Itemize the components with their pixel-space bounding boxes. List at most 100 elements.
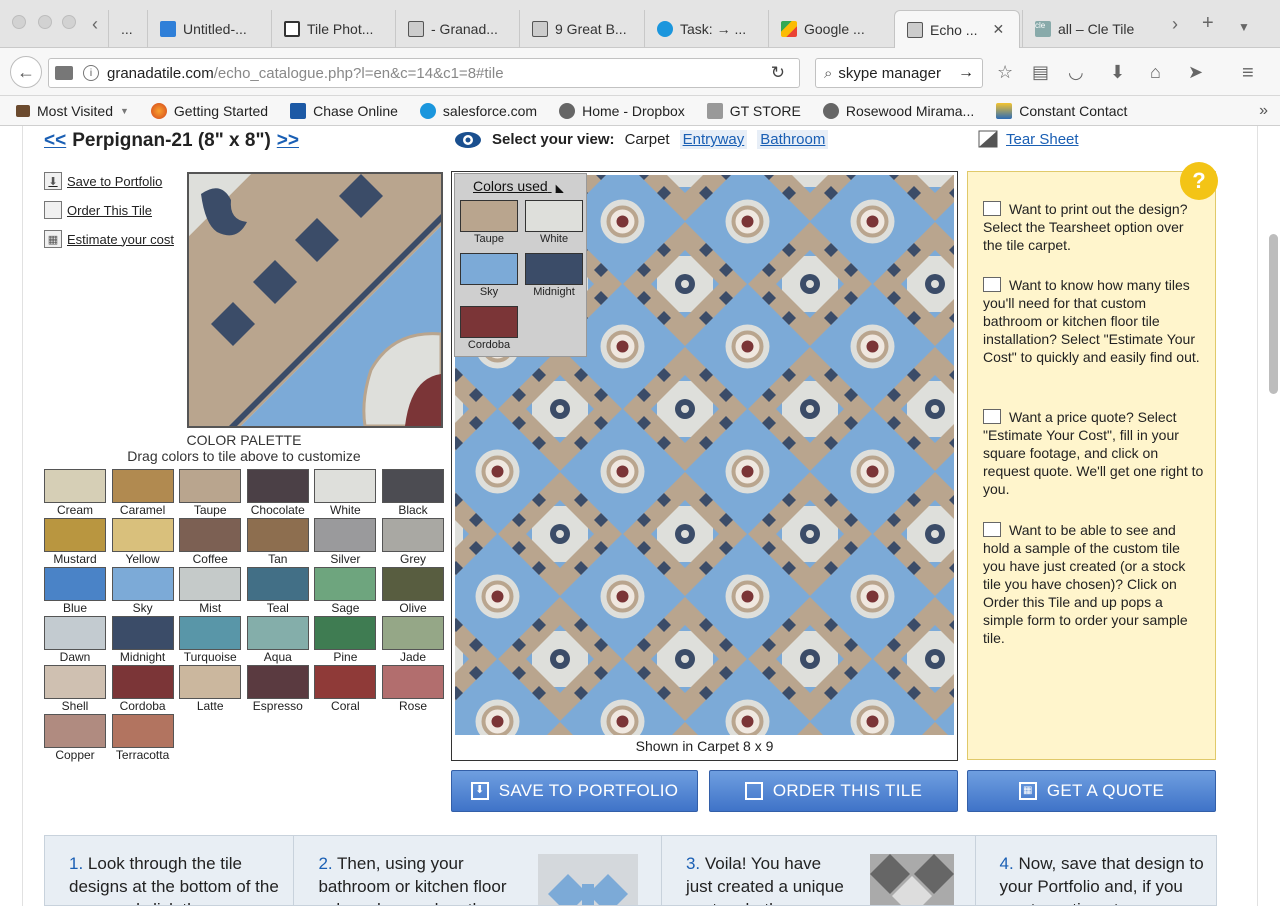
used-color-white[interactable]: White [525, 200, 583, 246]
search-go-arrow-icon[interactable]: → [958, 64, 974, 82]
swatch-color-chip[interactable] [314, 518, 377, 552]
color-swatch-mist[interactable]: Mist [179, 567, 242, 615]
bookmark-rosewood[interactable]: Rosewood Mirama... [822, 102, 974, 119]
reload-icon[interactable]: ↻ [771, 63, 785, 83]
swatch-color-chip[interactable] [382, 616, 444, 650]
search-bar[interactable]: ⌕ skype manager → [815, 58, 983, 88]
swatch-color-chip[interactable] [111, 714, 174, 748]
used-color-chip[interactable] [460, 253, 518, 285]
tile-preview[interactable] [187, 172, 443, 428]
color-swatch-blue[interactable]: Blue [44, 567, 106, 615]
used-color-sky[interactable]: Sky [460, 253, 518, 299]
tabs-scroll-right-icon[interactable]: › [1172, 14, 1178, 35]
order-this-tile-button[interactable]: ORDER THIS TILE [709, 770, 958, 812]
save-to-portfolio-button[interactable]: ⬇ SAVE TO PORTFOLIO [451, 770, 698, 812]
color-swatch-latte[interactable]: Latte [179, 665, 242, 713]
swatch-color-chip[interactable] [314, 469, 377, 503]
color-swatch-silver[interactable]: Silver [314, 518, 377, 566]
tab-6[interactable]: Google ... [768, 10, 892, 48]
swatch-color-chip[interactable] [111, 469, 174, 503]
tab-8[interactable]: cle all – Cle Tile [1022, 10, 1146, 48]
zoom-window-button[interactable] [62, 15, 76, 29]
color-swatch-terracotta[interactable]: Terracotta [111, 714, 174, 762]
view-entryway-link[interactable]: Entryway [679, 130, 748, 149]
tab-7-active[interactable]: Echo ... ✕ [894, 10, 1020, 48]
back-arrow-icon[interactable]: ← [10, 56, 42, 88]
send-icon[interactable]: ➤ [1188, 62, 1203, 83]
tab-1[interactable]: Untitled-... [147, 10, 271, 48]
swatch-color-chip[interactable] [382, 518, 444, 552]
previous-tile-link[interactable]: << [44, 130, 66, 152]
used-color-chip[interactable] [525, 253, 583, 285]
menu-icon[interactable]: ≡ [1242, 62, 1254, 85]
home-icon[interactable]: ⌂ [1150, 62, 1161, 83]
save-to-portfolio-link[interactable]: ⬇ Save to Portfolio [44, 172, 174, 190]
tab-3[interactable]: - Granad... [395, 10, 519, 48]
swatch-color-chip[interactable] [314, 665, 377, 699]
used-color-taupe[interactable]: Taupe [460, 200, 518, 246]
bookmark-most-visited[interactable]: Most Visited ▼ [16, 103, 129, 119]
colors-used-title[interactable]: Colors used ◣ [455, 174, 586, 194]
download-icon[interactable]: ⬇ [1110, 62, 1125, 83]
bookmarks-overflow-icon[interactable]: » [1259, 102, 1268, 120]
tab-5[interactable]: Task: → ... [644, 10, 768, 48]
swatch-color-chip[interactable] [44, 469, 106, 503]
color-swatch-cream[interactable]: Cream [44, 469, 106, 517]
color-swatch-chocolate[interactable]: Chocolate [246, 469, 309, 517]
swatch-color-chip[interactable] [382, 469, 444, 503]
next-tile-link[interactable]: >> [277, 130, 299, 152]
view-carpet-current[interactable]: Carpet [625, 131, 670, 148]
help-question-icon[interactable]: ? [1180, 162, 1218, 200]
swatch-color-chip[interactable] [44, 714, 106, 748]
swatch-color-chip[interactable] [111, 567, 174, 601]
color-swatch-teal[interactable]: Teal [246, 567, 309, 615]
vertical-scrollbar[interactable] [1269, 234, 1278, 394]
color-swatch-taupe[interactable]: Taupe [179, 469, 242, 517]
page-grid-icon[interactable] [55, 66, 73, 80]
color-swatch-olive[interactable]: Olive [382, 567, 444, 615]
swatch-color-chip[interactable] [246, 567, 309, 601]
bookmark-getting-started[interactable]: Getting Started [150, 102, 268, 119]
used-color-chip[interactable] [460, 306, 518, 338]
bookmark-constant-contact[interactable]: Constant Contact [996, 102, 1127, 119]
tear-sheet-link[interactable]: Tear Sheet [978, 130, 1079, 148]
swatch-color-chip[interactable] [44, 665, 106, 699]
bookmark-chase-online[interactable]: Chase Online [290, 102, 398, 119]
swatch-color-chip[interactable] [246, 518, 309, 552]
bookmark-home-dropbox[interactable]: Home - Dropbox [559, 102, 685, 119]
color-swatch-aqua[interactable]: Aqua [246, 616, 309, 664]
tab-0[interactable]: ... [108, 10, 146, 48]
swatch-color-chip[interactable] [44, 567, 106, 601]
estimate-cost-link[interactable]: ▦ Estimate your cost [44, 230, 174, 248]
color-swatch-coffee[interactable]: Coffee [179, 518, 242, 566]
get-a-quote-button[interactable]: ▦ GET A QUOTE [967, 770, 1216, 812]
swatch-color-chip[interactable] [382, 665, 444, 699]
color-swatch-cordoba[interactable]: Cordoba [111, 665, 174, 713]
search-input[interactable]: skype manager [838, 65, 941, 82]
minimize-window-button[interactable] [38, 15, 52, 29]
color-swatch-black[interactable]: Black [382, 469, 444, 517]
swatch-color-chip[interactable] [111, 518, 174, 552]
swatch-color-chip[interactable] [314, 616, 377, 650]
used-color-cordoba[interactable]: Cordoba [460, 306, 518, 352]
reading-list-icon[interactable]: ▤ [1032, 62, 1049, 83]
new-tab-icon[interactable]: + [1202, 12, 1214, 35]
bookmark-salesforce[interactable]: salesforce.com [419, 102, 537, 119]
color-swatch-turquoise[interactable]: Turquoise [179, 616, 242, 664]
color-swatch-sage[interactable]: Sage [314, 567, 377, 615]
color-swatch-shell[interactable]: Shell [44, 665, 106, 713]
swatch-color-chip[interactable] [246, 616, 309, 650]
swatch-color-chip[interactable] [179, 616, 242, 650]
color-swatch-jade[interactable]: Jade [382, 616, 444, 664]
color-swatch-midnight[interactable]: Midnight [111, 616, 174, 664]
close-window-button[interactable] [12, 15, 26, 29]
used-color-chip[interactable] [460, 200, 518, 232]
color-swatch-coral[interactable]: Coral [314, 665, 377, 713]
swatch-color-chip[interactable] [111, 616, 174, 650]
used-color-chip[interactable] [525, 200, 583, 232]
color-swatch-grey[interactable]: Grey [382, 518, 444, 566]
bookmark-gt-store[interactable]: GT STORE [706, 102, 801, 119]
info-icon[interactable]: i [83, 65, 99, 81]
url-bar[interactable]: i granadatile.com/echo_catalogue.php?l=e… [48, 58, 800, 88]
color-swatch-rose[interactable]: Rose [382, 665, 444, 713]
